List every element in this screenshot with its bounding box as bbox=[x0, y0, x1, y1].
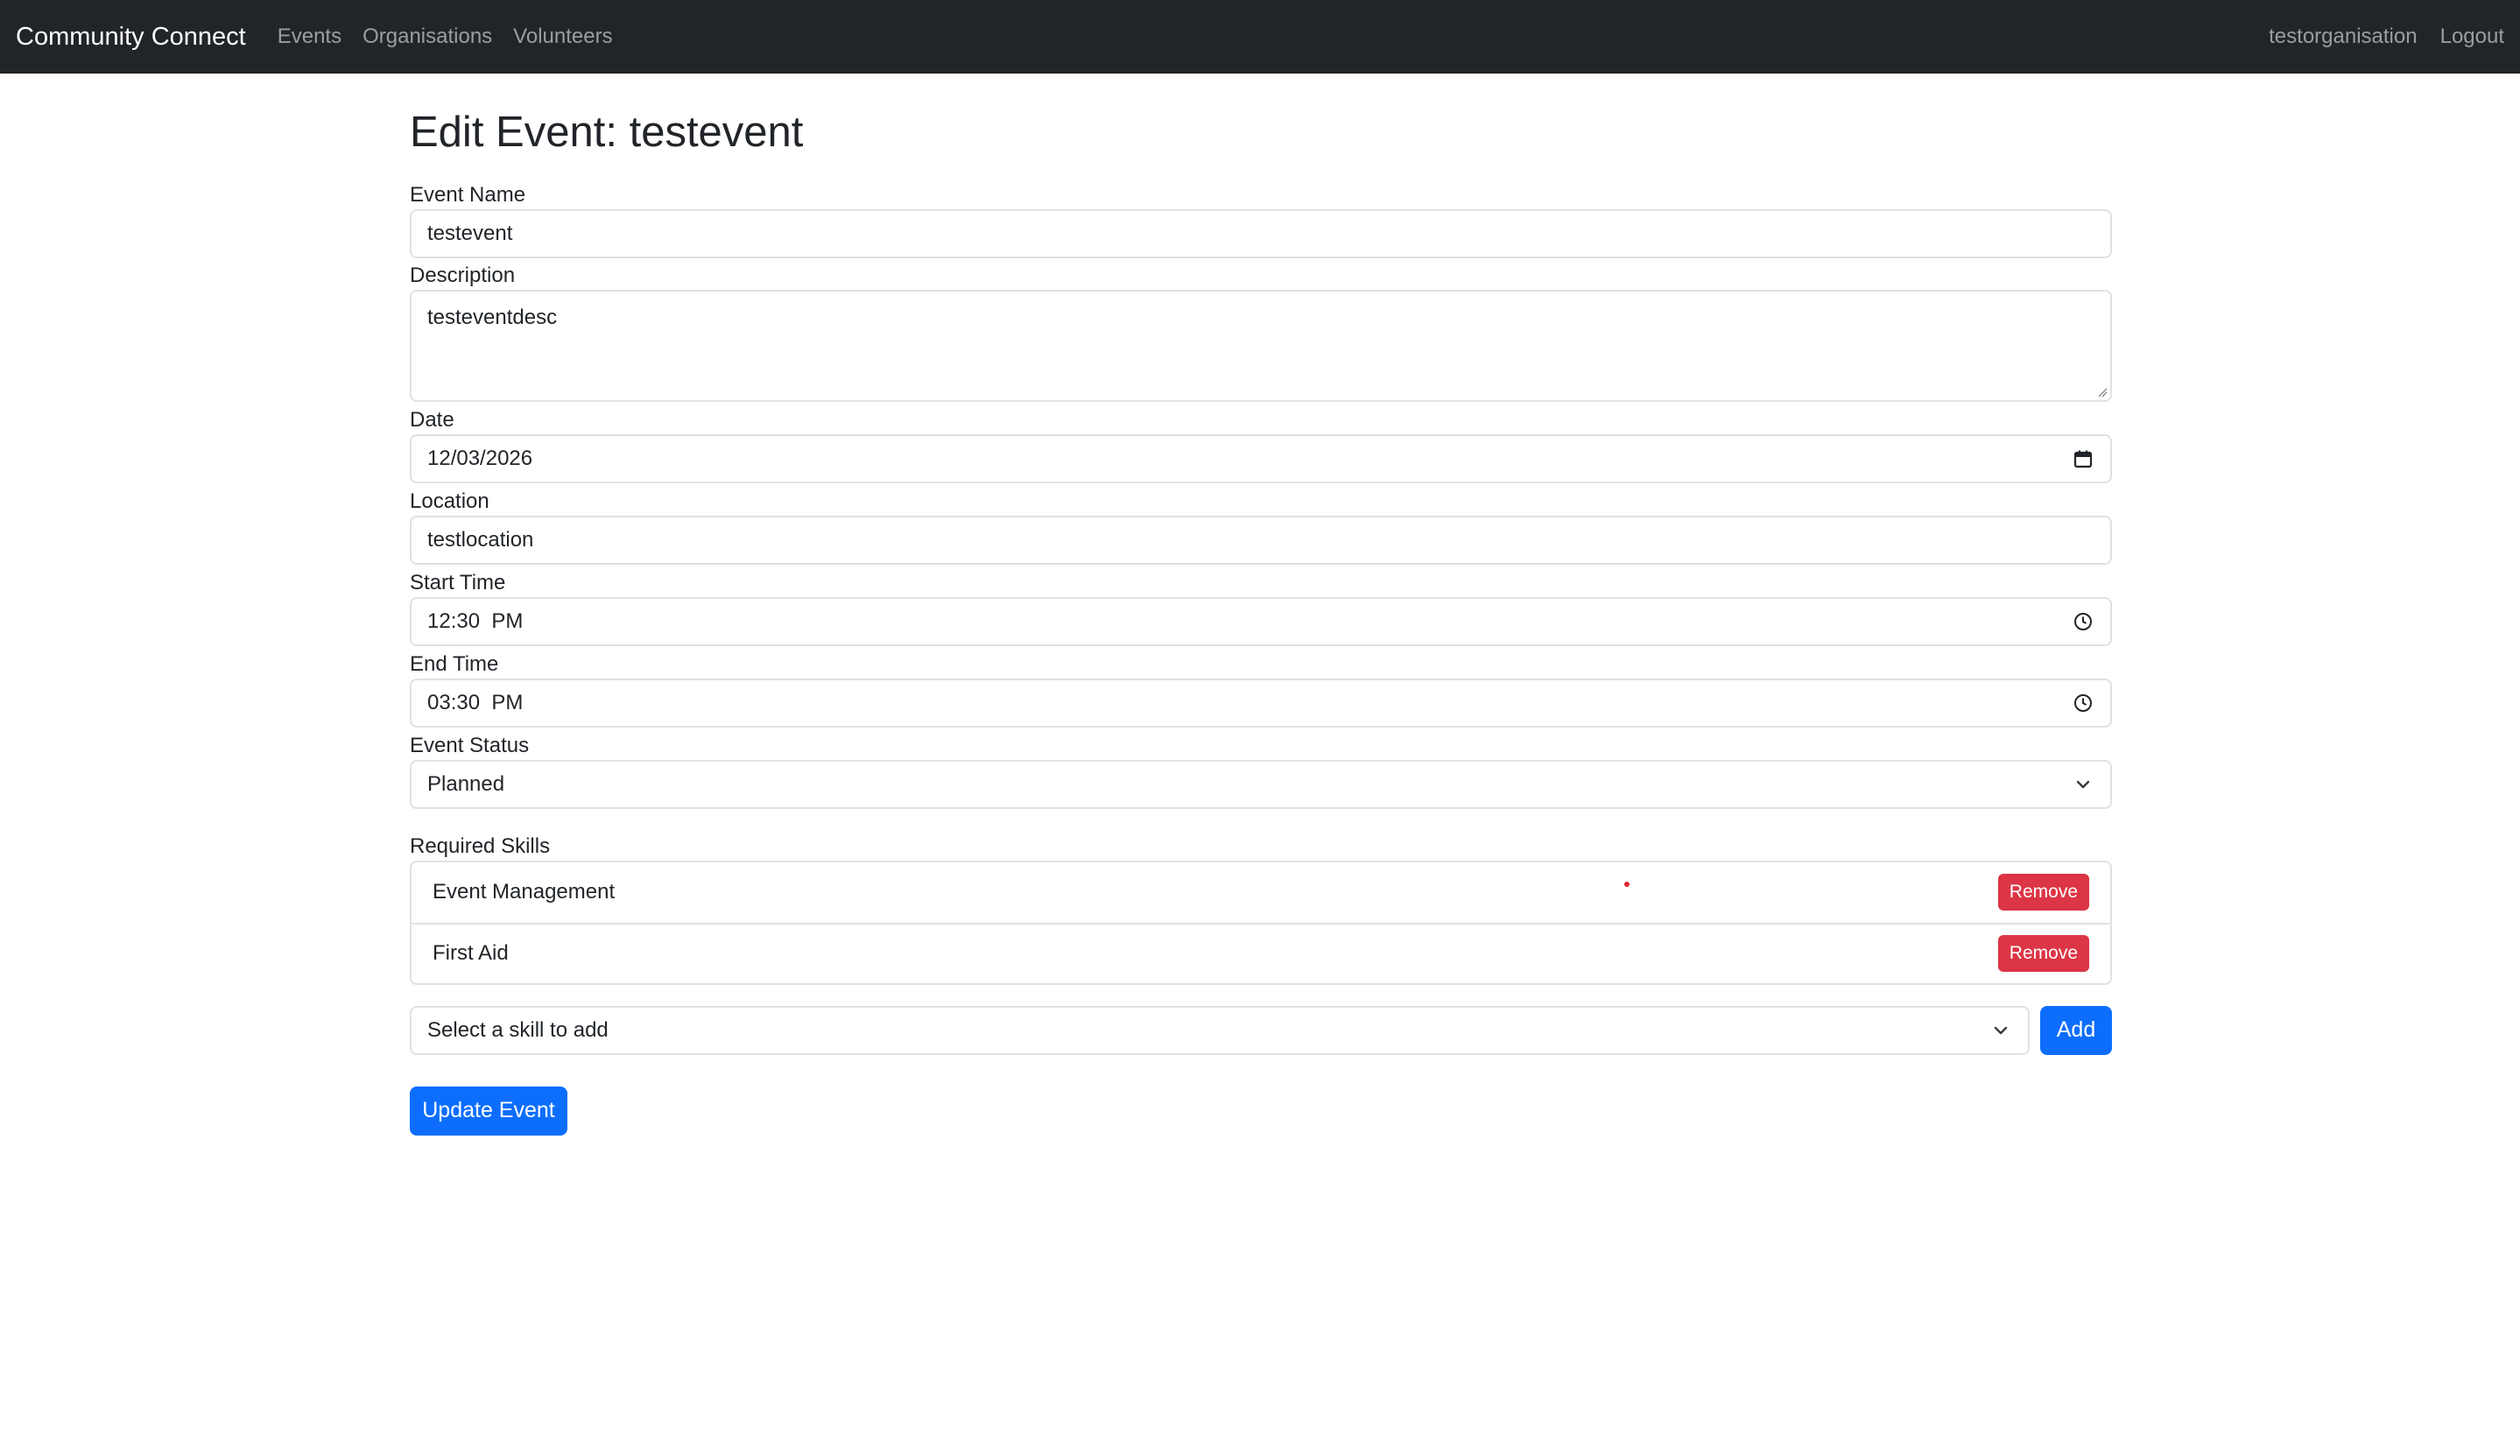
update-event-button[interactable]: Update Event bbox=[410, 1086, 567, 1136]
event-status-select[interactable]: Planned bbox=[410, 759, 2112, 809]
skill-name: Event Management bbox=[433, 880, 616, 904]
end-time-label: End Time bbox=[410, 651, 499, 676]
description-group: Description testeventdesc bbox=[410, 263, 2112, 402]
description-textarea[interactable]: testeventdesc bbox=[410, 289, 2112, 402]
end-time-input[interactable]: 03:30 PM bbox=[410, 678, 2112, 728]
list-item: Event Management Remove bbox=[412, 862, 2110, 923]
location-value: testlocation bbox=[427, 527, 534, 552]
skill-select[interactable]: Select a skill to add bbox=[410, 1005, 2030, 1055]
remove-skill-button[interactable]: Remove bbox=[1997, 935, 2089, 973]
clock-icon[interactable] bbox=[2072, 610, 2094, 633]
add-skill-row: Select a skill to add Add bbox=[410, 1005, 2112, 1055]
user-link[interactable]: testorganisation bbox=[2269, 25, 2417, 49]
skill-name: First Aid bbox=[433, 941, 509, 966]
list-item: First Aid Remove bbox=[412, 922, 2110, 983]
location-label: Location bbox=[410, 489, 489, 513]
add-skill-button[interactable]: Add bbox=[2040, 1005, 2112, 1055]
chevron-down-icon bbox=[2072, 773, 2094, 796]
event-name-input[interactable]: testevent bbox=[410, 208, 2112, 258]
date-group: Date 12/03/2026 bbox=[410, 407, 2112, 483]
skill-select-value: Select a skill to add bbox=[427, 1017, 609, 1042]
calendar-icon[interactable] bbox=[2072, 447, 2094, 470]
remove-skill-button[interactable]: Remove bbox=[1997, 874, 2089, 911]
event-status-value: Planned bbox=[427, 771, 505, 796]
date-label: Date bbox=[410, 407, 454, 432]
logout-link[interactable]: Logout bbox=[2440, 25, 2504, 49]
nav-link-events[interactable]: Events bbox=[278, 25, 341, 49]
required-skills-label: Required Skills bbox=[410, 834, 551, 858]
required-skills-group: Required Skills Event Management Remove … bbox=[410, 834, 2112, 985]
start-time-input[interactable]: 12:30 PM bbox=[410, 596, 2112, 646]
event-status-label: Event Status bbox=[410, 733, 530, 757]
date-value: 12/03/2026 bbox=[427, 446, 533, 470]
chevron-down-icon bbox=[1989, 1019, 2012, 1042]
start-time-label: Start Time bbox=[410, 570, 506, 594]
nav-right: testorganisation Logout bbox=[2246, 25, 2504, 49]
main-container: Edit Event: testevent Event Name testeve… bbox=[410, 74, 2112, 1136]
event-name-group: Event Name testevent bbox=[410, 182, 2112, 258]
brand-link[interactable]: Community Connect bbox=[16, 23, 246, 52]
cursor-dot bbox=[1624, 882, 1630, 887]
date-input[interactable]: 12/03/2026 bbox=[410, 433, 2112, 483]
nav-link-organisations[interactable]: Organisations bbox=[363, 25, 492, 49]
event-name-value: testevent bbox=[427, 221, 513, 245]
submit-row: Update Event bbox=[410, 1086, 2112, 1136]
page-title: Edit Event: testevent bbox=[410, 109, 804, 156]
event-status-group: Event Status Planned bbox=[410, 735, 2112, 809]
skills-list: Event Management Remove First Aid Remove bbox=[410, 860, 2112, 985]
resize-grip-icon[interactable] bbox=[2097, 387, 2108, 397]
description-label: Description bbox=[410, 263, 516, 287]
end-time-value: 03:30 PM bbox=[427, 690, 524, 714]
nav-link-volunteers[interactable]: Volunteers bbox=[513, 25, 612, 49]
location-input[interactable]: testlocation bbox=[410, 515, 2112, 565]
start-time-value: 12:30 PM bbox=[427, 608, 524, 633]
location-group: Location testlocation bbox=[410, 489, 2112, 565]
event-name-label: Event Name bbox=[410, 182, 526, 207]
top-navbar: Community Connect Events Organisations V… bbox=[0, 0, 2520, 74]
end-time-group: End Time 03:30 PM bbox=[410, 651, 2112, 728]
description-value: testeventdesc bbox=[427, 305, 558, 329]
start-time-group: Start Time 12:30 PM bbox=[410, 570, 2112, 646]
clock-icon[interactable] bbox=[2072, 692, 2094, 714]
